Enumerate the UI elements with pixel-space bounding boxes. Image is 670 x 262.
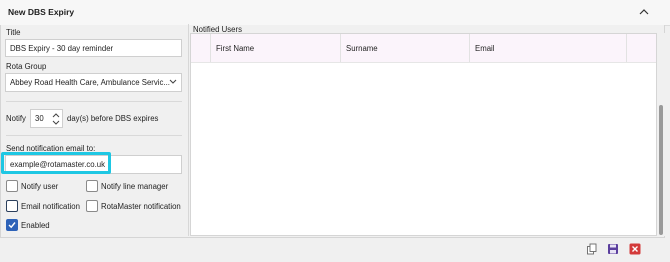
chevron-down-icon — [169, 79, 177, 84]
column-email[interactable]: Email — [470, 34, 627, 62]
column-surname-label: Surname — [346, 44, 378, 53]
panel-header: New DBS Expiry — [0, 0, 670, 26]
save-icon[interactable] — [607, 243, 619, 255]
notified-users-grid: First Name Surname Email — [190, 33, 657, 236]
notify-line-manager-checkbox[interactable] — [86, 180, 98, 192]
vertical-divider — [188, 24, 189, 236]
close-icon[interactable] — [629, 243, 641, 255]
notify-user-checkbox[interactable] — [6, 180, 18, 192]
copy-icon[interactable] — [586, 243, 598, 255]
scrollbar-thumb[interactable] — [659, 105, 663, 235]
column-first-name[interactable]: First Name — [211, 34, 341, 62]
rotamaster-notification-label: RotaMaster notification — [101, 202, 181, 211]
column-email-label: Email — [475, 44, 495, 53]
checkmark-icon — [8, 222, 16, 229]
column-surname[interactable]: Surname — [341, 34, 470, 62]
email-notification-checkbox[interactable] — [6, 200, 18, 212]
notify-days-value: 30 — [35, 114, 44, 123]
notify-days-stepper[interactable]: 30 — [30, 109, 63, 128]
enabled-label: Enabled — [21, 221, 50, 230]
title-input[interactable]: DBS Expiry - 30 day reminder — [5, 39, 182, 57]
email-notification-label: Email notification — [21, 202, 80, 211]
grid-header: First Name Surname Email — [191, 34, 656, 63]
divider — [6, 135, 182, 136]
notify-prefix-label: Notify — [6, 114, 26, 123]
panel-title: New DBS Expiry — [8, 7, 75, 17]
notify-suffix-label: day(s) before DBS expires — [67, 114, 159, 123]
notify-user-label: Notify user — [21, 182, 59, 191]
row-selector-column — [191, 34, 211, 62]
notify-line-manager-label: Notify line manager — [101, 182, 169, 191]
rotamaster-notification-checkbox[interactable] — [86, 200, 98, 212]
email-input-highlight — [1, 152, 111, 174]
vertical-scrollbar[interactable] — [657, 33, 665, 236]
enabled-checkbox[interactable] — [6, 219, 18, 231]
title-input-value: DBS Expiry - 30 day reminder — [10, 44, 114, 53]
column-first-name-label: First Name — [216, 44, 255, 53]
title-label: Title — [6, 28, 21, 37]
spinner-arrows-icon[interactable] — [52, 111, 60, 127]
chevron-up-icon[interactable] — [637, 5, 651, 19]
rota-group-label: Rota Group — [6, 62, 47, 71]
rota-group-value: Abbey Road Health Care, Ambulance Servic… — [10, 78, 170, 87]
divider — [6, 101, 182, 102]
rota-group-select[interactable]: Abbey Road Health Care, Ambulance Servic… — [5, 73, 182, 92]
